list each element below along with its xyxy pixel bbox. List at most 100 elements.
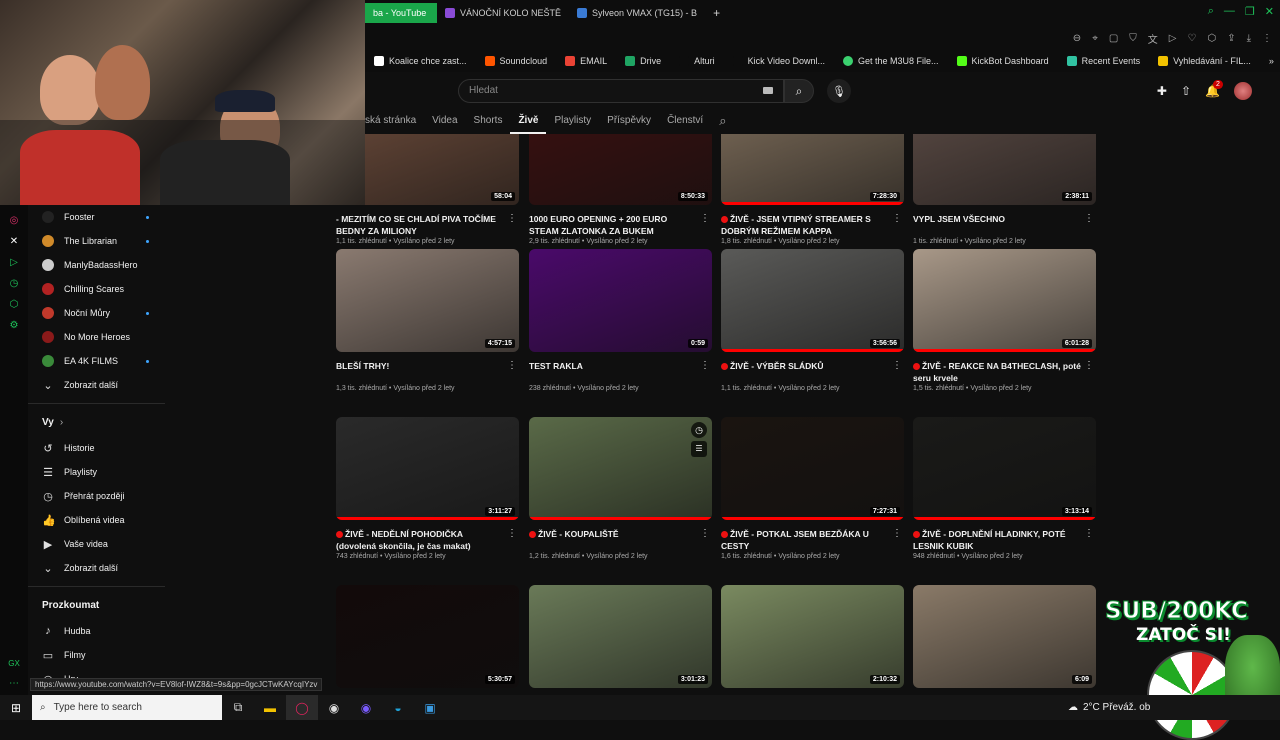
instagram-icon[interactable]: ◎	[10, 215, 19, 226]
video-card[interactable]: 2:38:11 VYPL JSEM VŠECHNO ⋮ 1 tis. zhlédnut…	[913, 134, 1096, 245]
shield-icon[interactable]: ⛉	[1129, 33, 1137, 44]
bookmarks-overflow-icon[interactable]: »	[1260, 56, 1280, 66]
search-input[interactable]: Hledat	[458, 79, 784, 103]
video-card[interactable]: ◷ ☰ ŽIVĚ - KOUPALIŠTĚ ⋮ 1,2 tis. zhlédnutí •…	[529, 417, 712, 560]
more-actions-icon[interactable]: ⋮	[700, 528, 710, 539]
zoom-icon[interactable]: ⊖	[1073, 33, 1081, 44]
file-explorer-icon[interactable]: ▬	[254, 695, 286, 720]
video-thumbnail[interactable]: 2:10:32	[721, 585, 904, 688]
video-title[interactable]: ŽIVĚ - VÝBĚR SLÁDKŮ	[721, 360, 904, 384]
player-icon[interactable]: ▷	[10, 257, 18, 268]
video-thumbnail[interactable]: 5:30:57	[336, 585, 519, 688]
video-card[interactable]: 4:57:15 BLEŠÍ TRHY! ⋮ 1,3 tis. zhlédnutí • …	[336, 249, 519, 392]
watch-later-icon[interactable]: ◷	[691, 422, 707, 438]
create-icon[interactable]: ✚	[1157, 84, 1167, 98]
sidebar-item[interactable]: ▶ Vaše videa	[28, 532, 165, 556]
add-to-queue-icon[interactable]: ☰	[691, 441, 707, 457]
play-icon[interactable]: ▷	[1169, 33, 1177, 44]
bookmark-4[interactable]: Alturi	[670, 56, 724, 66]
tab-videos[interactable]: Videa	[424, 110, 465, 134]
more-actions-icon[interactable]: ⋮	[700, 360, 710, 371]
search-tabs-icon[interactable]: ⌕	[1208, 5, 1214, 18]
more-actions-icon[interactable]: ⋮	[892, 528, 902, 539]
more-actions-icon[interactable]: ⋮	[507, 360, 517, 371]
sidebar-item[interactable]: ♪ Hudba	[28, 619, 165, 643]
sidebar-channel[interactable]: The Librarian	[28, 229, 165, 253]
video-title[interactable]: ŽIVĚ - POTKAL JSEM BEZĎÁKA U CESTY	[721, 528, 904, 552]
more-actions-icon[interactable]: ⋮	[892, 213, 902, 224]
you-section-heading[interactable]: Vy ›	[28, 408, 165, 436]
bookmark-8[interactable]: Recent Events	[1058, 56, 1150, 66]
extensions-icon[interactable]: ⬡	[1207, 33, 1216, 44]
sidebar-item[interactable]: ☰ Playlisty	[28, 460, 165, 484]
video-thumbnail[interactable]: 2:38:11	[913, 134, 1096, 205]
browser-tab-1[interactable]: VÁNOČNÍ KOLO NEŠTĚ	[437, 3, 569, 23]
video-card[interactable]: 3:01:23	[529, 585, 712, 688]
minimize-icon[interactable]: —	[1224, 5, 1235, 18]
sidebar-item[interactable]: ◷ Přehrát později	[28, 484, 165, 508]
video-title[interactable]: TEST RAKLA	[529, 360, 712, 384]
tab-home[interactable]: ská stránka	[365, 110, 424, 134]
video-card[interactable]: 6:09	[913, 585, 1096, 688]
video-card[interactable]: 5:30:57	[336, 585, 519, 688]
tab-playlists[interactable]: Playlisty	[546, 110, 599, 134]
sidebar-channel[interactable]: Fooster	[28, 205, 165, 229]
video-thumbnail[interactable]: 3:01:23	[529, 585, 712, 688]
download-icon[interactable]: ⤓	[1247, 33, 1251, 44]
video-thumbnail[interactable]: 6:01:28	[913, 249, 1096, 352]
upload-icon[interactable]: ⇧	[1181, 84, 1191, 98]
bookmark-7[interactable]: KickBot Dashboard	[948, 56, 1058, 66]
sidebar-channel[interactable]: Noční Můry	[28, 301, 165, 325]
more-actions-icon[interactable]: ⋮	[1084, 528, 1094, 539]
video-title[interactable]: ŽIVĚ - JSEM VTIPNÝ STREAMER S DOBRÝM REŽ…	[721, 213, 904, 237]
bookmark-2[interactable]: EMAIL	[556, 56, 616, 66]
video-thumbnail[interactable]: 8:50:33	[529, 134, 712, 205]
history-panel-icon[interactable]: ◷	[10, 278, 19, 289]
browser-tab-2[interactable]: Sylveon VMAX (TG15) - B	[569, 3, 705, 23]
video-card[interactable]: 3:11:27 ŽIVĚ - NEDĚLNÍ POHODIČKA (dovolen…	[336, 417, 519, 560]
settings-icon[interactable]: ⚙	[10, 320, 19, 331]
video-thumbnail[interactable]: 3:13:14	[913, 417, 1096, 520]
opera-gx-icon[interactable]: ◯	[286, 695, 318, 720]
pin-icon[interactable]: ⌖	[1092, 33, 1098, 44]
sidebar-item[interactable]: ▭ Filmy	[28, 643, 165, 667]
video-thumbnail[interactable]: 6:09	[913, 585, 1096, 688]
tab-shorts[interactable]: Shorts	[466, 110, 511, 134]
x-icon[interactable]: ✕	[10, 236, 18, 247]
start-button[interactable]: ⊞	[0, 695, 32, 720]
bookmark-9[interactable]: Vyhledávání - FIL...	[1149, 56, 1260, 66]
video-card[interactable]: 3:56:56 ŽIVĚ - VÝBĚR SLÁDKŮ ⋮ 1,1 tis. zhlé…	[721, 249, 904, 392]
edge-icon[interactable]: ◒	[382, 695, 414, 720]
video-card[interactable]: 6:01:28 ŽIVĚ - REAKCE NA B4THECLASH, poté…	[913, 249, 1096, 392]
task-view-icon[interactable]: ⧉	[222, 695, 254, 720]
tab-membership[interactable]: Členství	[659, 110, 711, 134]
avatar[interactable]	[1234, 82, 1252, 100]
video-card[interactable]: 7:27:31 ŽIVĚ - POTKAL JSEM BEZĎÁKA U CEST…	[721, 417, 904, 560]
video-card[interactable]: 7:28:30 ŽIVĚ - JSEM VTIPNÝ STREAMER S DOB…	[721, 134, 904, 245]
more-actions-icon[interactable]: ⋮	[892, 360, 902, 371]
sidebar-channel[interactable]: EA 4K FILMS	[28, 349, 165, 373]
more-actions-icon[interactable]: ⋮	[507, 213, 517, 224]
screenshot-icon[interactable]: ▢	[1109, 33, 1118, 44]
video-thumbnail[interactable]: 3:56:56	[721, 249, 904, 352]
search-button[interactable]: ⌕	[784, 79, 814, 103]
sidebar-channel[interactable]: Chilling Scares	[28, 277, 165, 301]
mail-icon[interactable]: ▣	[414, 695, 446, 720]
video-thumbnail[interactable]: 0:59	[529, 249, 712, 352]
extensions-panel-icon[interactable]: ⬡	[10, 299, 19, 310]
bookmark-1[interactable]: Soundcloud	[476, 56, 557, 66]
close-icon[interactable]: ✕	[1265, 5, 1274, 18]
more-icon[interactable]: ⋯	[9, 678, 19, 689]
video-thumbnail[interactable]: 7:27:31	[721, 417, 904, 520]
sidebar-channel[interactable]: ManlyBadassHero	[28, 253, 165, 277]
video-card[interactable]: 2:10:32	[721, 585, 904, 688]
sidebar-item[interactable]: 👍 Oblíbená videa	[28, 508, 165, 532]
video-title[interactable]: ŽIVĚ - KOUPALIŠTĚ	[529, 528, 712, 552]
sidebar-channel[interactable]: ⌄ Zobrazit další	[28, 373, 165, 397]
more-actions-icon[interactable]: ⋮	[507, 528, 517, 539]
more-actions-icon[interactable]: ⋮	[1084, 213, 1094, 224]
video-thumbnail[interactable]: 3:11:27	[336, 417, 519, 520]
tab-posts[interactable]: Příspěvky	[599, 110, 659, 134]
taskbar-search[interactable]: ⌕ Type here to search	[32, 695, 222, 720]
channel-search-icon[interactable]: ⌕	[711, 110, 734, 134]
